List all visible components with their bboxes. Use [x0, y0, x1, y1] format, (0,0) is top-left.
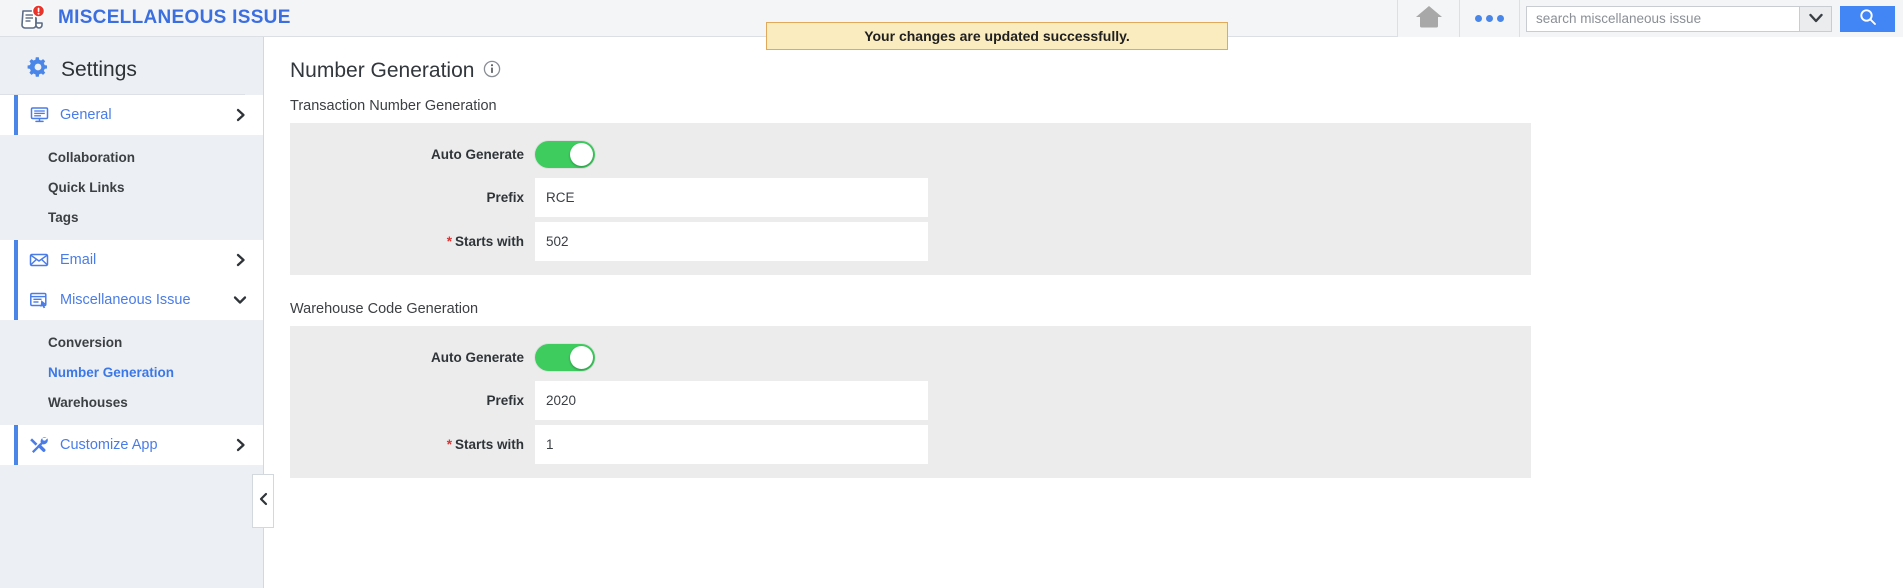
sidebar-group-customize-app: Customize App [0, 425, 263, 465]
sidebar-subitem-label: Warehouses [48, 394, 128, 410]
required-marker: * [446, 437, 452, 452]
starts-with-label: * Starts with [290, 437, 535, 452]
tools-icon [28, 435, 50, 455]
sidebar-item-conversion[interactable]: Conversion [0, 327, 263, 357]
toggle-knob [570, 345, 593, 369]
monitor-icon [28, 106, 50, 124]
sidebar-item-label: Customize App [60, 437, 158, 453]
home-icon [1414, 3, 1444, 34]
auto-generate-label: Auto Generate [430, 146, 524, 162]
search-area [1519, 0, 1903, 37]
sidebar-item-general[interactable]: General [0, 95, 263, 135]
sidebar-group-email: Email [0, 240, 263, 280]
auto-generate-toggle[interactable] [535, 343, 595, 371]
gear-icon [26, 55, 50, 84]
starts-with-input[interactable] [535, 222, 928, 261]
transaction-number-generation-panel: Auto Generate Prefix *Starts with [290, 123, 1531, 275]
chevron-right-icon [235, 438, 247, 452]
prefix-row: Prefix [290, 381, 1531, 420]
search-scope-dropdown[interactable] [1799, 6, 1831, 31]
auto-generate-toggle[interactable] [535, 140, 595, 168]
sidebar-item-quick-links[interactable]: Quick Links [0, 172, 263, 202]
sidebar-item-collaboration[interactable]: Collaboration [0, 142, 263, 172]
envelope-icon [28, 252, 50, 268]
starts-with-label-text: Starts with [454, 437, 524, 452]
warehouse-code-generation-panel: Auto Generate Prefix *Starts with [290, 326, 1531, 478]
sidebar-item-tags[interactable]: Tags [0, 202, 263, 232]
auto-generate-label: Auto Generate [430, 349, 524, 365]
prefix-input[interactable] [535, 381, 928, 420]
settings-header: Settings [0, 49, 245, 95]
sidebar-item-label: Email [60, 252, 97, 268]
search-icon [1859, 8, 1877, 29]
sidebar-group-general: General Collaboration Quick Links Tags [0, 95, 263, 240]
sidebar-subitem-label: Collaboration [48, 149, 135, 165]
prefix-input[interactable] [535, 178, 928, 217]
chevron-down-icon [1808, 10, 1823, 28]
form-cursor-icon [28, 291, 50, 309]
section-label-warehouse: Warehouse Code Generation [290, 301, 479, 317]
sidebar-item-email[interactable]: Email [0, 240, 263, 280]
toggle-knob [570, 142, 593, 166]
sidebar-item-number-generation[interactable]: Number Generation [0, 357, 263, 387]
sidebar-item-label: Miscellaneous Issue [60, 292, 191, 308]
search-button[interactable] [1840, 5, 1895, 32]
sidebar-subitem-label: Number Generation [48, 364, 175, 380]
info-icon[interactable] [483, 60, 501, 83]
sidebar-item-customize-app[interactable]: Customize App [0, 425, 263, 465]
section-label-transaction: Transaction Number Generation [290, 98, 497, 114]
chevron-right-icon [235, 253, 247, 267]
auto-generate-row: Auto Generate [290, 135, 1531, 173]
prefix-row: Prefix [290, 178, 1531, 217]
sidebar-collapse-handle[interactable] [252, 474, 274, 528]
sidebar-subitem-label: Quick Links [48, 179, 125, 195]
header-actions [1397, 0, 1903, 37]
starts-with-label-text: Starts with [454, 234, 524, 249]
sidebar-item-miscellaneous-issue[interactable]: Miscellaneous Issue [0, 280, 263, 320]
document-alert-icon [18, 4, 48, 32]
page-title: Number Generation [290, 59, 475, 82]
app-brand: MISCELLANEOUS ISSUE [0, 0, 291, 36]
app-title: MISCELLANEOUS ISSUE [58, 7, 291, 28]
search-box [1526, 5, 1832, 32]
sidebar-subitems-general: Collaboration Quick Links Tags [0, 135, 263, 240]
settings-title: Settings [61, 57, 137, 81]
sidebar-subitem-label: Tags [48, 209, 79, 225]
search-input[interactable] [1527, 6, 1799, 31]
sidebar-group-miscellaneous-issue: Miscellaneous Issue Conversion Number Ge… [0, 280, 263, 425]
prefix-label: Prefix [486, 393, 524, 408]
settings-sidebar: Settings General Collaboration Quick Lin… [0, 37, 274, 588]
starts-with-row: * Starts with [290, 222, 1531, 261]
prefix-label: Prefix [486, 190, 524, 205]
chevron-down-icon [233, 294, 247, 306]
main-content: Number Generation Transaction Number Gen… [264, 37, 1903, 588]
required-marker: * [446, 234, 452, 249]
sidebar-item-label: General [60, 107, 112, 123]
starts-with-label: * Starts with [290, 234, 535, 249]
toast-message: Your changes are updated successfully. [864, 28, 1130, 44]
app-header: MISCELLANEOUS ISSUE Your changes are upd… [0, 0, 1903, 50]
more-options-button[interactable] [1459, 0, 1519, 37]
page-title-row: Number Generation [290, 59, 1903, 83]
more-options-icon [1475, 15, 1504, 22]
chevron-left-icon [258, 492, 269, 511]
chevron-right-icon [235, 108, 247, 122]
sidebar-subitem-label: Conversion [48, 334, 123, 350]
page-body: Settings General Collaboration Quick Lin… [0, 37, 1903, 588]
starts-with-input[interactable] [535, 425, 928, 464]
sidebar-item-warehouses[interactable]: Warehouses [0, 387, 263, 417]
success-toast: Your changes are updated successfully. [766, 22, 1228, 50]
home-button[interactable] [1397, 0, 1459, 37]
starts-with-row: * Starts with [290, 425, 1531, 464]
auto-generate-row: Auto Generate [290, 338, 1531, 376]
sidebar-subitems-miscellaneous-issue: Conversion Number Generation Warehouses [0, 320, 263, 425]
